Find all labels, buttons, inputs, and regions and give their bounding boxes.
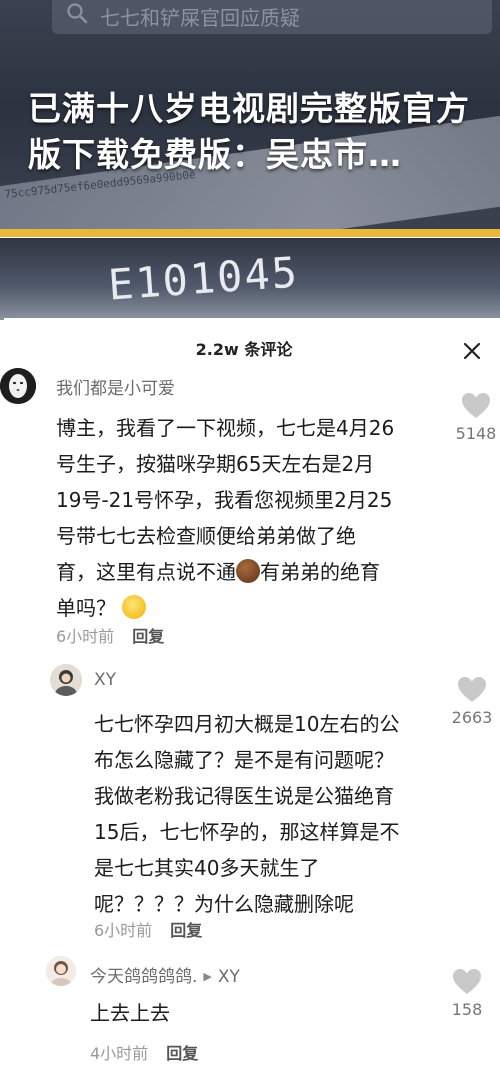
reply-item: XY 七七怀孕四月初大概是10左右的公 布怎么隐藏了？是不是有问题呢？ 我做老粉… xyxy=(4,658,500,948)
comment-username[interactable]: 我们都是小可爱 xyxy=(56,374,175,399)
search-icon[interactable] xyxy=(66,2,88,24)
reply-button[interactable]: 回复 xyxy=(132,627,164,646)
photo-background: E101045 xyxy=(0,238,500,320)
pleading-emoji-icon xyxy=(122,595,147,619)
reply-to-username[interactable]: XY xyxy=(218,967,240,987)
comment-line: 布怎么隐藏了？是不是有问题呢？ xyxy=(94,748,394,772)
user-avatar-icon xyxy=(50,664,82,696)
comment-time: 4小时前 xyxy=(90,1044,149,1063)
poop-emoji-icon xyxy=(236,559,260,583)
comment-line: 育，这里有点说不通 有弟弟的绝育 xyxy=(56,554,446,590)
comment-line: 15后，七七怀孕的，那这样算是不 xyxy=(94,820,400,844)
comment-username: 今天鸽鸽鸽鸽. ▶ XY xyxy=(90,962,240,987)
comment-item: 我们都是小可爱 博主，我看了一下视频，七七是4月26 号生子，按猫咪孕期65天左… xyxy=(0,318,500,658)
avatar[interactable] xyxy=(46,956,76,986)
heart-icon[interactable] xyxy=(457,676,487,703)
heart-icon[interactable] xyxy=(452,968,482,995)
comments-panel: 2.2w 条评论 我们都是小可爱 博主，我看了一下视频，七七是4月26 号生子，… xyxy=(0,318,500,1083)
like-count: 5148 xyxy=(455,424,497,443)
comment-fragment: 育，这里有点说不通 xyxy=(56,560,236,584)
video-title: 已满十八岁电视剧完整版官方版下载免费版：吴忠市… xyxy=(28,89,470,174)
comment-text: 博主，我看了一下视频，七七是4月26 号生子，按猫咪孕期65天左右是2月 19号… xyxy=(56,410,446,626)
reply-arrow-icon: ▶ xyxy=(203,970,212,983)
comment-meta: 6小时前 回复 xyxy=(56,623,164,647)
accent-stripe xyxy=(0,229,500,237)
comment-fragment: 单吗？ xyxy=(56,596,116,620)
reply-button[interactable]: 回复 xyxy=(170,921,202,940)
reply-item: 今天鸽鸽鸽鸽. ▶ XY 上去上去 4小时前 回复 158 xyxy=(4,948,500,1083)
like-button[interactable]: 158 xyxy=(442,968,492,1019)
avatar[interactable] xyxy=(0,368,36,404)
comment-fragment: 有弟弟的绝育 xyxy=(260,560,380,584)
counter-display: E101045 xyxy=(106,247,301,310)
user-avatar-icon xyxy=(46,956,76,986)
comment-line: 博主，我看了一下视频，七七是4月26 xyxy=(56,416,395,440)
heart-icon[interactable] xyxy=(461,392,491,419)
comment-line: 号带七七去检查顺便给弟弟做了绝 xyxy=(56,524,356,548)
comment-username[interactable]: XY xyxy=(94,670,116,690)
comment-meta: 4小时前 回复 xyxy=(90,1040,198,1064)
faceless-avatar-icon xyxy=(0,368,36,404)
like-count: 158 xyxy=(451,1000,483,1019)
reply-button[interactable]: 回复 xyxy=(166,1044,198,1063)
comment-line: 我做老粉我记得医生说是公猫绝育 xyxy=(94,784,394,808)
comment-line: 19号-21号怀孕，我看您视频里2月25 xyxy=(56,488,393,512)
search-input[interactable]: 七七和铲屎官回应质疑 xyxy=(100,2,300,31)
comment-time: 6小时前 xyxy=(56,627,115,646)
video-banner: 75cc975d75ef6e0edd9569a990b0e 七七和铲屎官回应质疑… xyxy=(0,0,500,237)
like-button[interactable]: 5148 xyxy=(451,392,500,443)
comment-line: 是七七其实40多天就生了 xyxy=(94,856,320,880)
comment-text: 七七怀孕四月初大概是10左右的公 布怎么隐藏了？是不是有问题呢？ 我做老粉我记得… xyxy=(94,706,449,922)
comment-meta: 6小时前 回复 xyxy=(94,917,202,941)
comment-line: 七七怀孕四月初大概是10左右的公 xyxy=(94,712,400,736)
comment-text: 上去上去 xyxy=(90,1001,170,1025)
reply-username[interactable]: 今天鸽鸽鸽鸽. xyxy=(90,967,197,987)
avatar[interactable] xyxy=(50,664,82,696)
like-count: 2663 xyxy=(451,708,493,727)
like-button[interactable]: 2663 xyxy=(447,676,497,727)
comment-line: 号生子，按猫咪孕期65天左右是2月 xyxy=(56,452,375,476)
comment-time: 6小时前 xyxy=(94,921,153,940)
comment-line: 单吗？ xyxy=(56,590,446,626)
